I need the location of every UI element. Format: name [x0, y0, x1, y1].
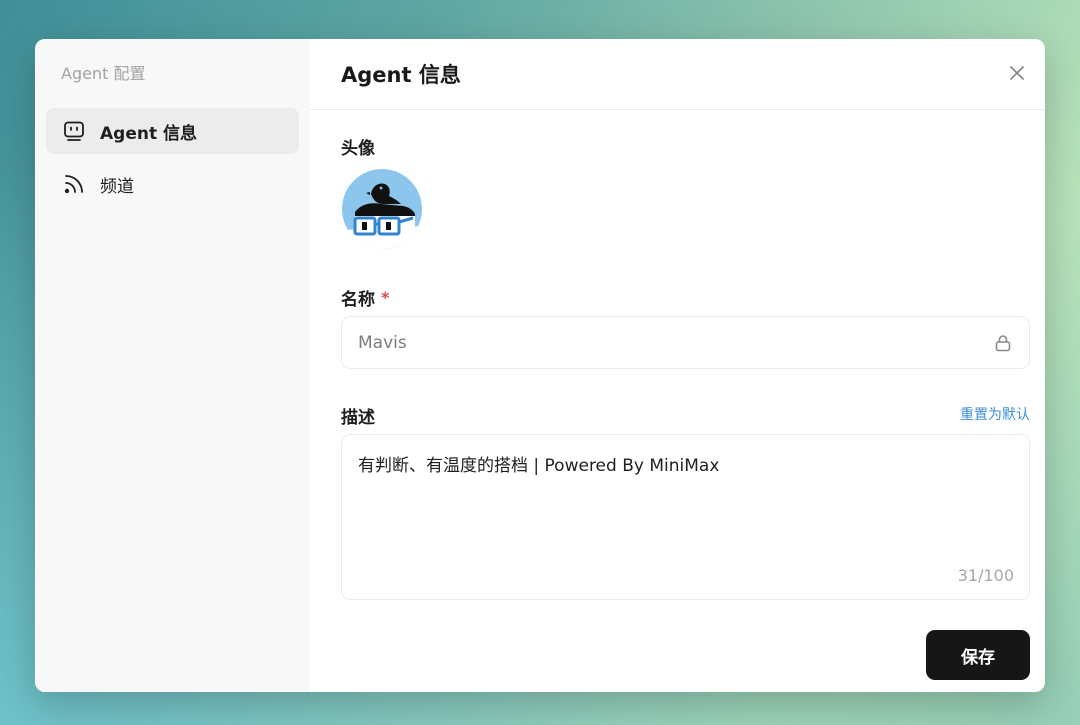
required-mark: *: [381, 288, 390, 307]
avatar-label: 头像: [341, 139, 375, 159]
description-value: 有判断、有温度的搭档 | Powered By MiniMax: [358, 456, 720, 476]
description-textarea[interactable]: 有判断、有温度的搭档 | Powered By MiniMax 31/100: [341, 434, 1030, 600]
close-button[interactable]: [1005, 63, 1029, 87]
name-field-value: Mavis: [358, 332, 407, 353]
page-title: Agent 信息: [341, 63, 461, 87]
sidebar-item-agent-info[interactable]: Agent 信息: [46, 108, 299, 154]
name-label-text: 名称: [341, 290, 375, 310]
save-button[interactable]: 保存: [926, 630, 1030, 680]
reset-default-link[interactable]: 重置为默认: [960, 404, 1030, 424]
sidebar-title: Agent 配置: [61, 64, 146, 83]
char-counter: 31/100: [957, 566, 1014, 585]
agent-config-dialog: Agent 配置 Agent 信息 频道 Agent 信息 头像 名称 * Ma…: [35, 39, 1045, 692]
robot-icon: [62, 119, 86, 143]
avatar[interactable]: [341, 168, 423, 250]
close-icon: [1008, 64, 1026, 86]
avatar-image: [342, 169, 422, 249]
sidebar-item-channels[interactable]: 频道: [46, 161, 299, 207]
main-panel: Agent 信息 头像 名称 * Mavis 描述 重置为默认 有判断、有温度的…: [310, 39, 1045, 692]
description-label: 描述: [341, 408, 375, 428]
panel-header: Agent 信息: [310, 39, 1045, 110]
sidebar: Agent 配置 Agent 信息 频道: [35, 39, 310, 692]
rss-icon: [62, 172, 86, 196]
name-field[interactable]: Mavis: [341, 316, 1030, 369]
sidebar-item-label: Agent 信息: [100, 123, 198, 144]
sidebar-item-label: 频道: [100, 176, 134, 197]
name-label: 名称 *: [341, 285, 389, 310]
lock-icon: [993, 333, 1013, 353]
